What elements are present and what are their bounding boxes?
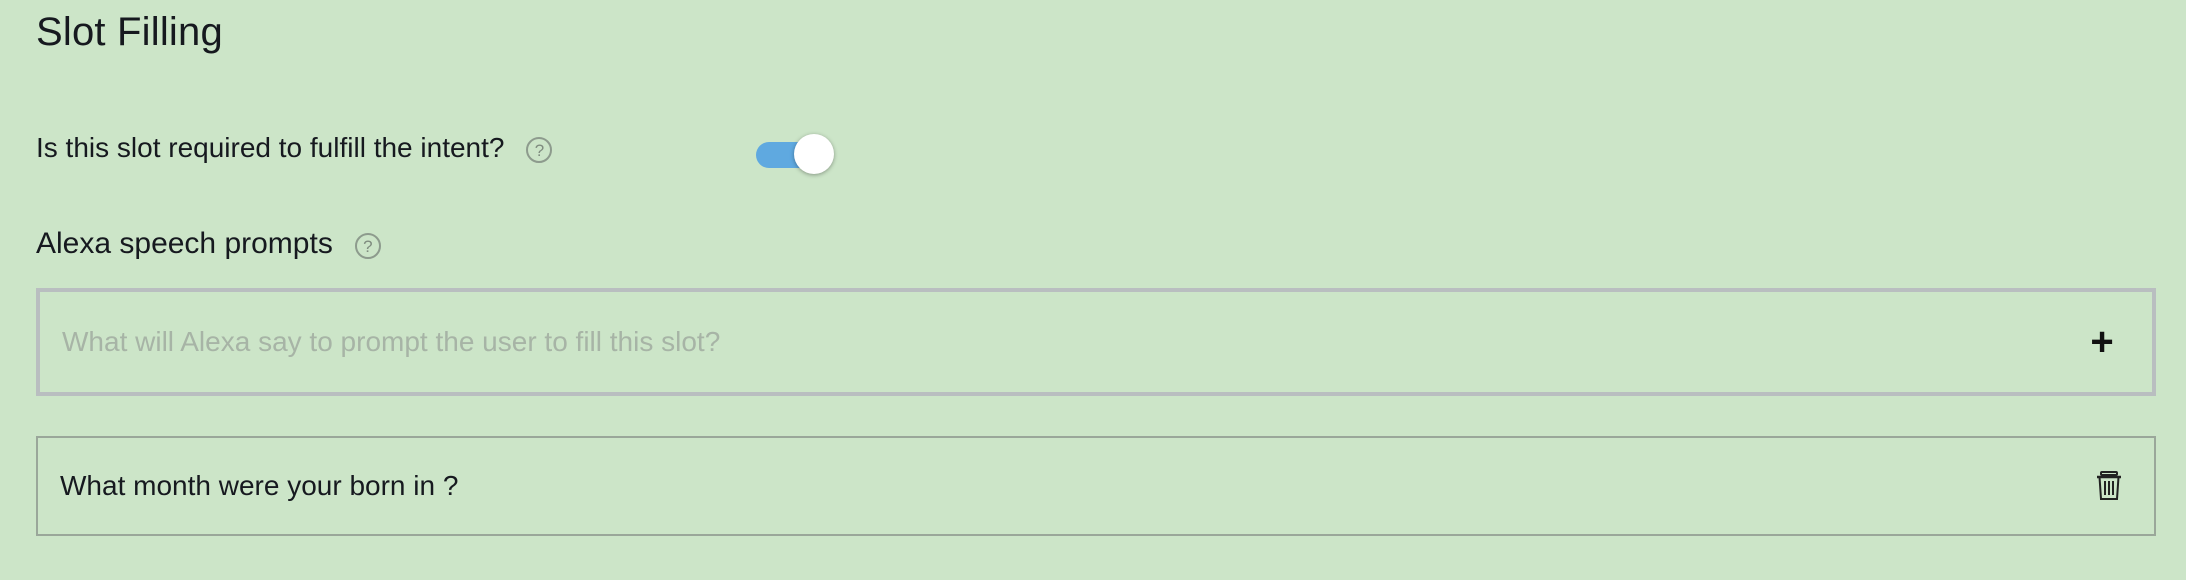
trash-icon	[2097, 471, 2121, 500]
prompt-list-item: What month were your born in ?	[36, 436, 2156, 536]
prompts-label: Alexa speech prompts	[36, 227, 333, 260]
required-label: Is this slot required to fulfill the int…	[36, 132, 505, 163]
add-prompt-button[interactable]: +	[2062, 292, 2142, 392]
required-toggle[interactable]	[754, 134, 836, 174]
prompt-input[interactable]	[40, 292, 2062, 392]
prompt-item-text[interactable]: What month were your born in ?	[38, 470, 2074, 502]
prompt-input-box: +	[36, 288, 2156, 396]
delete-prompt-button[interactable]	[2074, 438, 2144, 534]
help-icon[interactable]: ?	[354, 233, 381, 259]
required-row: Is this slot required to fulfill the int…	[36, 130, 553, 166]
prompts-row: Alexa speech prompts ?	[36, 226, 381, 262]
slot-filling-section: Slot Filling Is this slot required to fu…	[36, 0, 2156, 580]
help-icon[interactable]: ?	[526, 137, 553, 163]
section-title: Slot Filling	[36, 10, 223, 54]
toggle-knob	[794, 134, 834, 174]
